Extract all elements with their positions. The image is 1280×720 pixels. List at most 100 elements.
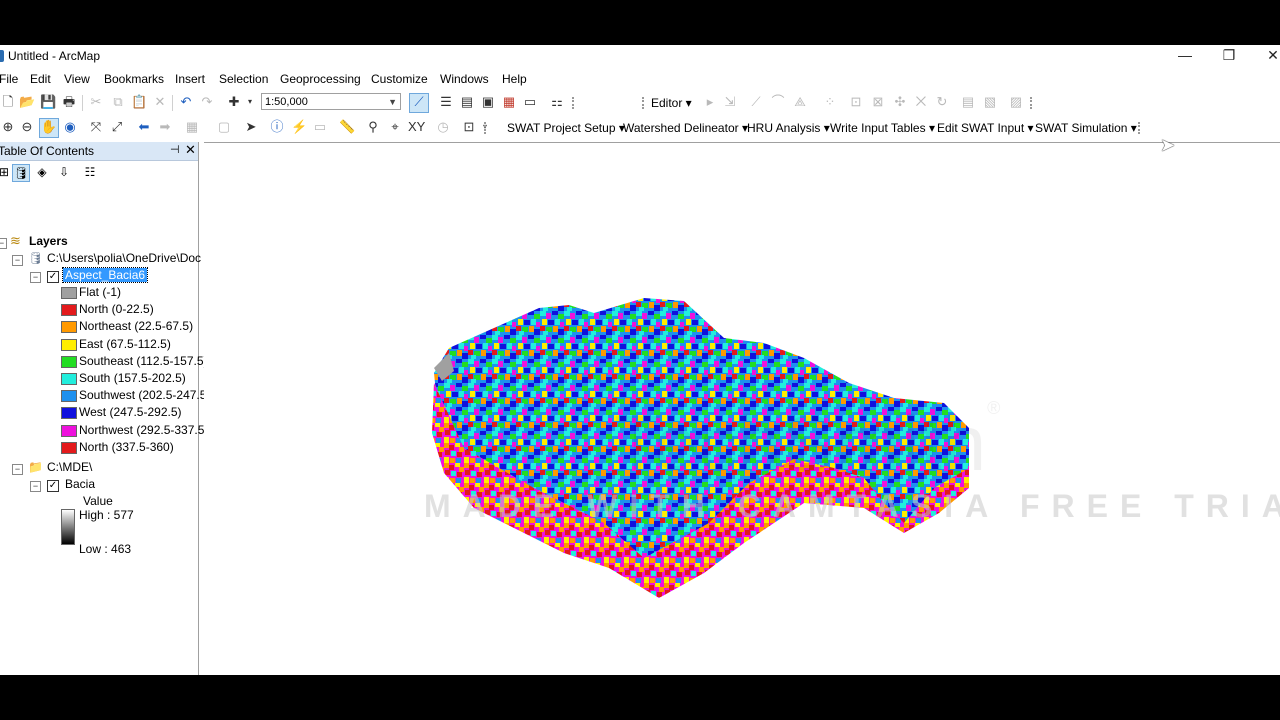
redo-icon[interactable]: ↷ [199, 94, 215, 110]
add-data-icon[interactable]: ✚ [226, 94, 242, 110]
clear-selection-icon[interactable]: ▢ [216, 119, 232, 135]
print-icon[interactable]: 🖶 [61, 94, 77, 110]
list-by-visibility-icon[interactable]: ◈ [34, 164, 50, 180]
toolbar-grip[interactable] [642, 97, 650, 109]
save-icon[interactable]: 💾 [40, 94, 56, 110]
select-elements-arrow-icon[interactable]: ➤ [243, 119, 259, 135]
full-extent-globe-icon[interactable]: ◉ [62, 119, 78, 135]
list-by-source-icon[interactable]: 🛢 [12, 164, 30, 182]
legend-swatch[interactable] [61, 338, 77, 351]
menu-windows[interactable]: Windows [440, 72, 489, 86]
menu-geoprocessing[interactable]: Geoprocessing [280, 72, 361, 86]
close-icon[interactable]: ✕ [185, 142, 196, 158]
workspace-path[interactable]: C:\MDE\ [47, 459, 92, 475]
menu-customize[interactable]: Customize [371, 72, 428, 86]
find-route-icon[interactable]: ⌖ [387, 119, 403, 135]
paste-icon[interactable]: 📋 [131, 94, 147, 110]
data-frame-label[interactable]: Layers [29, 233, 68, 249]
legend-swatch[interactable] [61, 390, 77, 403]
editor-toolbar-icon[interactable]: ⟋ [409, 93, 429, 113]
open-folder-icon[interactable]: 📂 [19, 94, 35, 110]
zoom-out-icon[interactable]: ⊖ [19, 119, 35, 135]
straight-segment-icon[interactable]: ⟋ [748, 94, 764, 110]
toolbar-grip[interactable] [484, 122, 492, 134]
arc-segment-icon[interactable]: ⌒ [770, 94, 786, 110]
collapse-icon[interactable]: − [12, 255, 23, 266]
legend-swatch[interactable] [61, 373, 77, 385]
point-tool-icon[interactable]: ⟁ [792, 94, 808, 110]
legend-swatch[interactable] [61, 441, 77, 454]
map-display[interactable]: TechSmith® MADE WITH CAMTASIA FREE TRIAL [204, 142, 1280, 675]
html-popup-icon[interactable]: ▭ [312, 119, 328, 135]
search-window-icon[interactable]: ▣ [480, 94, 496, 110]
select-features-icon[interactable]: ▦ [184, 119, 200, 135]
watershed-delineator-menu[interactable]: Watershed Delineator ▾ [623, 121, 748, 135]
layer-visibility-checkbox[interactable]: ✓ [47, 271, 59, 283]
python-window-icon[interactable]: ▭ [522, 94, 538, 110]
hyperlink-icon[interactable]: ⚡ [291, 119, 307, 135]
swat-simulation-menu[interactable]: SWAT Simulation ▾ [1035, 121, 1137, 135]
toolbar-grip[interactable] [1138, 122, 1146, 134]
layer-name-bacia[interactable]: Bacia [65, 476, 95, 492]
pan-hand-icon[interactable]: ✋ [39, 118, 59, 138]
map-scale-combobox[interactable]: 1:50,000 ▼ [261, 93, 401, 110]
editor-menu-button[interactable]: Editor ▾ [651, 96, 692, 110]
midpoint-icon[interactable]: ⁘ [822, 94, 838, 110]
edit-vertices-icon[interactable]: ⊡ [848, 94, 864, 110]
menu-edit[interactable]: Edit [30, 72, 51, 86]
rotate-icon[interactable]: ↻ [934, 94, 950, 110]
measure-icon[interactable]: 📏 [339, 119, 355, 135]
undo-icon[interactable]: ↶ [178, 94, 194, 110]
workspace-path[interactable]: C:\Users\polia\OneDrive\Doc [47, 250, 201, 266]
collapse-icon[interactable]: − [30, 272, 41, 283]
reshape-icon[interactable]: ⊠ [870, 94, 886, 110]
menu-selection[interactable]: Selection [219, 72, 268, 86]
collapse-icon[interactable]: − [12, 464, 23, 475]
create-features-icon[interactable]: ▨ [1008, 94, 1024, 110]
collapse-icon[interactable]: − [30, 481, 41, 492]
list-by-selection-icon[interactable]: ⇩ [56, 164, 72, 180]
zoom-in-icon[interactable]: ⊕ [0, 119, 16, 135]
collapse-icon[interactable]: − [0, 238, 7, 249]
legend-swatch[interactable] [61, 355, 77, 368]
restore-button[interactable]: ❐ [1207, 45, 1251, 67]
forward-arrow-icon[interactable]: ➡ [157, 119, 173, 135]
go-to-xy-icon[interactable]: XY [408, 119, 425, 135]
close-window-button[interactable]: ✕ [1251, 45, 1280, 67]
cut-icon[interactable]: ✂ [88, 94, 104, 110]
sketch-properties-icon[interactable]: ▧ [982, 94, 998, 110]
pin-icon[interactable]: ⊣ [170, 143, 180, 156]
delete-icon[interactable]: ✕ [152, 94, 168, 110]
legend-swatch[interactable] [61, 304, 77, 317]
toolbar-grip[interactable] [1030, 97, 1038, 109]
selected-layer-label[interactable]: Aspect_Bacia6 [61, 267, 149, 283]
swat-project-setup-menu[interactable]: SWAT Project Setup ▾ [507, 121, 625, 135]
menu-help[interactable]: Help [502, 72, 527, 86]
modelbuilder-icon[interactable]: ⚏ [549, 94, 565, 110]
edit-annotation-icon[interactable]: ⇲ [722, 94, 738, 110]
layer-name-aspect[interactable]: Aspect_Bacia6 [61, 267, 149, 283]
legend-swatch[interactable] [61, 424, 77, 437]
back-arrow-icon[interactable]: ⬅ [136, 119, 152, 135]
viewer-window-icon[interactable]: ⊡ [461, 119, 477, 135]
legend-swatch[interactable] [61, 321, 77, 334]
toolbar-grip[interactable] [572, 97, 580, 109]
hru-analysis-menu[interactable]: HRU Analysis ▾ [747, 121, 830, 135]
new-document-icon[interactable]: 🗋 [0, 94, 16, 110]
copy-icon[interactable]: ⧉ [110, 94, 126, 110]
list-by-drawing-order-icon[interactable]: ⊞ [0, 164, 12, 180]
fixed-zoom-out-icon[interactable]: ⤢ [109, 119, 125, 135]
table-of-contents-icon[interactable]: ☰ [438, 94, 454, 110]
menu-view[interactable]: View [64, 72, 90, 86]
options-icon[interactable]: ☷ [82, 164, 98, 180]
minimize-button[interactable]: — [1163, 45, 1207, 67]
legend-swatch[interactable] [61, 407, 77, 420]
find-binoculars-icon[interactable]: ⚲ [365, 119, 381, 135]
menu-insert[interactable]: Insert [175, 72, 205, 86]
layer-visibility-checkbox[interactable]: ✓ [47, 480, 59, 492]
add-data-dropdown-icon[interactable]: ▾ [242, 94, 258, 110]
fixed-zoom-in-icon[interactable]: ⤧ [88, 119, 104, 135]
menu-bookmarks[interactable]: Bookmarks [104, 72, 164, 86]
split-icon[interactable]: ✣ [892, 94, 908, 110]
legend-swatch[interactable] [61, 287, 77, 299]
